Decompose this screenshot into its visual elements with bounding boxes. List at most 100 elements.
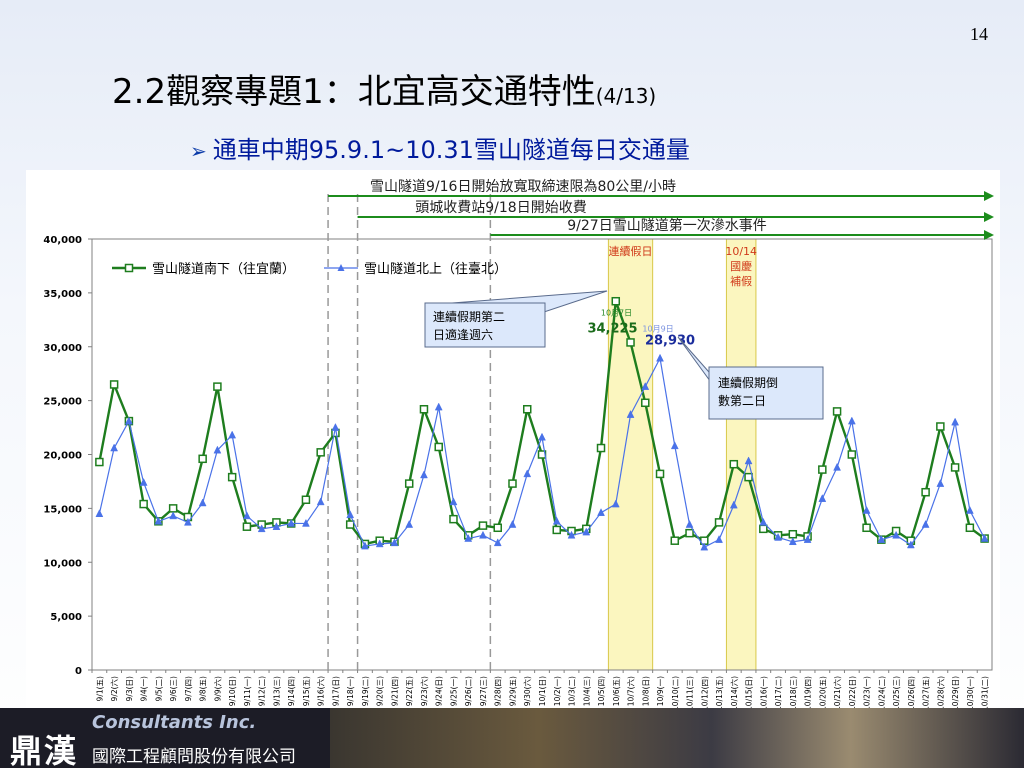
data-point-triangle [316, 497, 325, 506]
data-point-triangle [965, 505, 974, 514]
data-point-triangle [331, 423, 340, 431]
holiday-label: 10/14 [725, 245, 757, 258]
chart-panel: 連續假日 10/14 國慶 補假 0 5,000 10,000 15,000 20,000 25,… [26, 170, 1000, 711]
x-tick-label: 10/30(一) [966, 676, 975, 710]
y-tick-label: 40,000 [43, 235, 82, 246]
y-tick-label: 0 [75, 666, 82, 677]
x-tick-label: 10/26(四) [907, 676, 916, 710]
data-point-triangle [538, 432, 546, 441]
legend-label-north: 雪山隧道北上（往臺北） [364, 261, 507, 277]
data-point-square [729, 459, 739, 469]
x-tick-label: 9/16(六) [316, 676, 326, 706]
legend-label-south: 雪山隧道南下（往宜蘭） [152, 261, 295, 277]
arrow-head-icon [984, 191, 994, 201]
x-tick-label: 9/6(三) [169, 676, 178, 701]
title-sub: (4/13) [595, 84, 657, 108]
data-point-square [714, 518, 724, 527]
data-point-triangle [169, 511, 178, 520]
data-point-triangle [434, 402, 443, 411]
peak-date-label: 10月7日 [601, 308, 632, 317]
subtitle-text: 通車中期95.9.1~10.31雪山隧道每日交通量 [212, 136, 690, 164]
page-title: 2.2觀察專題1：北宜高交通特性(4/13) [112, 64, 656, 113]
data-point-square [139, 499, 148, 509]
x-tick-label: 10/13(五) [715, 676, 724, 710]
x-tick-label: 10/23(一) [863, 676, 872, 710]
data-point-square [965, 523, 975, 533]
x-tick-label: 9/13(三) [272, 676, 281, 706]
page-number: 14 [970, 24, 988, 44]
data-point-square [434, 442, 443, 452]
data-point-square [950, 463, 960, 472]
y-tick-label: 15,000 [43, 504, 82, 515]
data-point-square [301, 495, 311, 505]
x-tick-label: 10/24(二) [877, 676, 886, 710]
x-tick-label: 10/9(一) [656, 676, 665, 706]
x-tick-label: 10/29(日) [951, 676, 960, 710]
x-tick-label: 10/25(三) [892, 676, 901, 710]
x-tick-label: 9/15(五) [302, 676, 311, 706]
x-tick-label: 10/20(五) [818, 676, 827, 710]
data-point-square [227, 472, 237, 482]
data-point-square [404, 479, 414, 488]
event-label: 9/27日雪山隧道第一次滲水事件 [567, 217, 766, 234]
x-tick-label: 9/14(四) [287, 676, 296, 706]
x-tick-label: 10/8(日) [641, 676, 650, 706]
data-point-triangle [198, 498, 207, 507]
data-point-triangle [508, 519, 517, 528]
holiday-highlight-band [725, 238, 757, 671]
x-tick-label: 10/28(六) [935, 676, 945, 710]
x-tick-label: 10/27(五) [922, 676, 931, 710]
data-point-square [655, 469, 665, 479]
x-tick-label: 9/23(六) [419, 676, 429, 706]
x-tick-label: 9/12(二) [258, 676, 267, 706]
x-tick-label: 10/3(二) [568, 676, 577, 706]
x-tick-label: 9/29(五) [508, 676, 517, 706]
data-point-triangle [715, 535, 723, 543]
data-point-square [449, 514, 458, 524]
x-tick-label: 10/2(一) [553, 676, 562, 706]
x-tick-label: 9/24(日) [435, 676, 444, 706]
data-point-triangle [228, 430, 237, 439]
data-point-square [345, 520, 355, 529]
slide: 14 2.2觀察專題1：北宜高交通特性(4/13) ➢ 通車中期95.9.1~10… [0, 0, 1024, 768]
x-tick-label: 9/4(一) [140, 676, 149, 701]
callout-box [708, 366, 824, 420]
data-point-triangle [479, 530, 487, 539]
data-point-square [478, 521, 488, 530]
company-logo: 鼎漢 [10, 732, 79, 768]
x-tick-label: 9/21(四) [390, 676, 399, 706]
data-point-square [213, 382, 222, 391]
data-point-square [522, 404, 532, 414]
data-point-square [862, 523, 871, 533]
x-tick-label: 9/25(一) [449, 676, 458, 706]
data-point-square [744, 472, 753, 482]
x-tick-label: 9/27(三) [479, 676, 488, 706]
data-point-triangle [597, 508, 605, 516]
x-tick-label: 9/5(二) [154, 676, 163, 701]
x-tick-label: 9/1(五) [95, 676, 104, 701]
callout-text: 日適逢週六 [433, 327, 493, 342]
data-point-square [670, 536, 680, 545]
x-tick-label: 9/9(六) [212, 676, 222, 701]
data-point-square [641, 398, 650, 408]
y-tick-label: 35,000 [43, 289, 82, 300]
title-main: 2.2觀察專題1：北宜高交通特性 [112, 72, 596, 112]
peak-value-label: 34,225 [587, 321, 637, 336]
data-point-square [168, 504, 178, 513]
x-tick-label: 10/10(二) [671, 676, 680, 710]
x-tick-label: 9/28(四) [494, 676, 503, 706]
data-point-triangle [833, 462, 841, 471]
x-tick-label: 9/18(一) [346, 676, 355, 706]
x-tick-label: 9/26(二) [464, 676, 473, 706]
data-point-triangle [847, 416, 856, 425]
data-point-square [508, 479, 517, 488]
x-tick-label: 9/30(六) [522, 676, 532, 706]
x-tick-label: 10/14(六) [729, 676, 739, 710]
x-tick-label: 10/11(三) [686, 676, 695, 710]
data-point-triangle [685, 519, 694, 528]
data-point-square [626, 338, 635, 347]
callout-text: 數第二日 [718, 394, 766, 408]
data-point-triangle [656, 353, 664, 362]
data-point-square [818, 465, 827, 474]
x-tick-label: 10/15(日) [745, 676, 754, 710]
